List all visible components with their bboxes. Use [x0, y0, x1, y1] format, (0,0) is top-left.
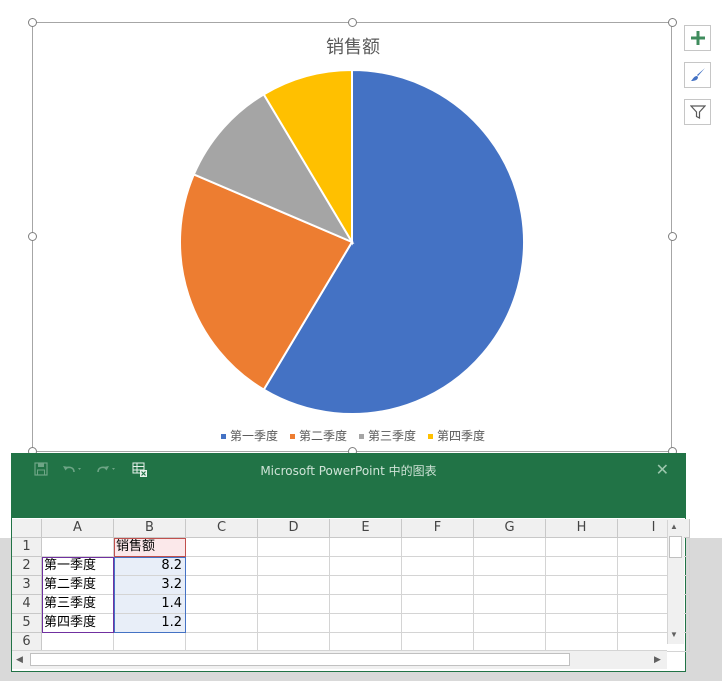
cell-G3[interactable] [474, 576, 546, 595]
filter-icon [689, 105, 706, 119]
cell-G5[interactable] [474, 614, 546, 633]
cell-A3[interactable]: 第二季度 [42, 576, 114, 595]
cell-A4[interactable]: 第三季度 [42, 595, 114, 614]
cell-C5[interactable] [186, 614, 258, 633]
cell-G1[interactable] [474, 538, 546, 557]
column-header-A[interactable]: A [42, 519, 114, 538]
resize-handle-top[interactable] [348, 18, 357, 27]
cell-D3[interactable] [258, 576, 330, 595]
chart-data-window[interactable]: Microsoft PowerPoint 中的图表 ✕ A B C D E F G H I 1 销售… [11, 453, 690, 672]
cell-F5[interactable] [402, 614, 474, 633]
legend-swatch [359, 434, 364, 439]
legend-swatch [289, 434, 295, 439]
legend-entry[interactable]: 第二季度 [289, 427, 347, 444]
cell-H1[interactable] [546, 538, 618, 557]
resize-handle-top-left[interactable] [28, 18, 37, 27]
cell-A1[interactable] [42, 538, 114, 557]
cell-C1[interactable] [186, 538, 258, 557]
cell-E5[interactable] [330, 614, 402, 633]
legend-label: 第一季度 [229, 429, 278, 443]
column-header-F[interactable]: F [402, 519, 474, 538]
cell-D4[interactable] [258, 595, 330, 614]
horizontal-scrollbar[interactable]: ◀ ▶ [12, 650, 667, 669]
resize-handle-top-right[interactable] [668, 18, 677, 27]
cell-C2[interactable] [186, 557, 258, 576]
column-header-E[interactable]: E [330, 519, 402, 538]
cell-H5[interactable] [546, 614, 618, 633]
scroll-right-icon[interactable]: ▶ [654, 654, 661, 665]
cell-B3[interactable]: 3.2 [114, 576, 186, 595]
horizontal-scroll-thumb[interactable] [30, 653, 570, 666]
cell-A2[interactable]: 第一季度 [42, 557, 114, 576]
cell-D2[interactable] [258, 557, 330, 576]
row-header-1[interactable]: 1 [12, 538, 42, 557]
legend-swatch [220, 434, 226, 439]
cell-H3[interactable] [546, 576, 618, 595]
vertical-scroll-thumb[interactable] [669, 536, 682, 558]
cell-E1[interactable] [330, 538, 402, 557]
cell-B2[interactable]: 8.2 [114, 557, 186, 576]
resize-handle-left[interactable] [28, 232, 37, 241]
pie-chart[interactable] [33, 23, 673, 453]
cell-A5[interactable]: 第四季度 [42, 614, 114, 633]
cell-E4[interactable] [330, 595, 402, 614]
close-icon[interactable]: ✕ [656, 460, 669, 480]
row-header-3[interactable]: 3 [12, 576, 42, 595]
legend-label: 第二季度 [298, 429, 347, 443]
scroll-left-icon[interactable]: ◀ [16, 654, 23, 665]
column-header-H[interactable]: H [546, 519, 618, 538]
cell-B1[interactable]: 销售额 [114, 538, 186, 557]
cell-E3[interactable] [330, 576, 402, 595]
window-titlebar[interactable]: Microsoft PowerPoint 中的图表 ✕ [12, 454, 685, 518]
legend-entry[interactable]: 第一季度 [220, 427, 278, 444]
scroll-up-icon[interactable]: ▲ [670, 522, 678, 531]
chart-styles-button[interactable] [684, 62, 711, 88]
cell-D5[interactable] [258, 614, 330, 633]
plus-icon [690, 31, 705, 45]
window-title: Microsoft PowerPoint 中的图表 [260, 464, 437, 478]
resize-handle-right[interactable] [668, 232, 677, 241]
cell-H4[interactable] [546, 595, 618, 614]
cell-B5[interactable]: 1.2 [114, 614, 186, 633]
legend-entry[interactable]: 第四季度 [428, 427, 485, 444]
cell-C3[interactable] [186, 576, 258, 595]
legend-swatch [428, 434, 434, 439]
legend-label: 第三季度 [368, 429, 417, 443]
cell-F3[interactable] [402, 576, 474, 595]
row-header-4[interactable]: 4 [12, 595, 42, 614]
column-header-B[interactable]: B [114, 519, 186, 538]
scroll-down-icon[interactable]: ▼ [670, 630, 678, 639]
row-header-2[interactable]: 2 [12, 557, 42, 576]
legend-entry[interactable]: 第三季度 [359, 427, 416, 444]
column-header-C[interactable]: C [186, 519, 258, 538]
cell-D1[interactable] [258, 538, 330, 557]
cell-F1[interactable] [402, 538, 474, 557]
cell-F2[interactable] [402, 557, 474, 576]
cell-G2[interactable] [474, 557, 546, 576]
cell-G4[interactable] [474, 595, 546, 614]
select-all-corner[interactable] [12, 519, 42, 538]
row-header-5[interactable]: 5 [12, 614, 42, 633]
chart-elements-button[interactable] [684, 25, 711, 51]
chart-area[interactable]: 销售额 第一季度 第二季度 第三季度 第四季度 [32, 22, 672, 452]
legend-label: 第四季度 [437, 429, 486, 443]
cell-B4[interactable]: 1.4 [114, 595, 186, 614]
cell-C4[interactable] [186, 595, 258, 614]
chart-legend[interactable]: 第一季度 第二季度 第三季度 第四季度 [33, 427, 673, 444]
brush-icon [690, 68, 705, 81]
chart-filters-button[interactable] [684, 99, 711, 125]
cell-H2[interactable] [546, 557, 618, 576]
cell-F4[interactable] [402, 595, 474, 614]
vertical-scrollbar[interactable]: ▲ ▼ [667, 520, 684, 644]
cell-E2[interactable] [330, 557, 402, 576]
column-header-G[interactable]: G [474, 519, 546, 538]
column-header-D[interactable]: D [258, 519, 330, 538]
